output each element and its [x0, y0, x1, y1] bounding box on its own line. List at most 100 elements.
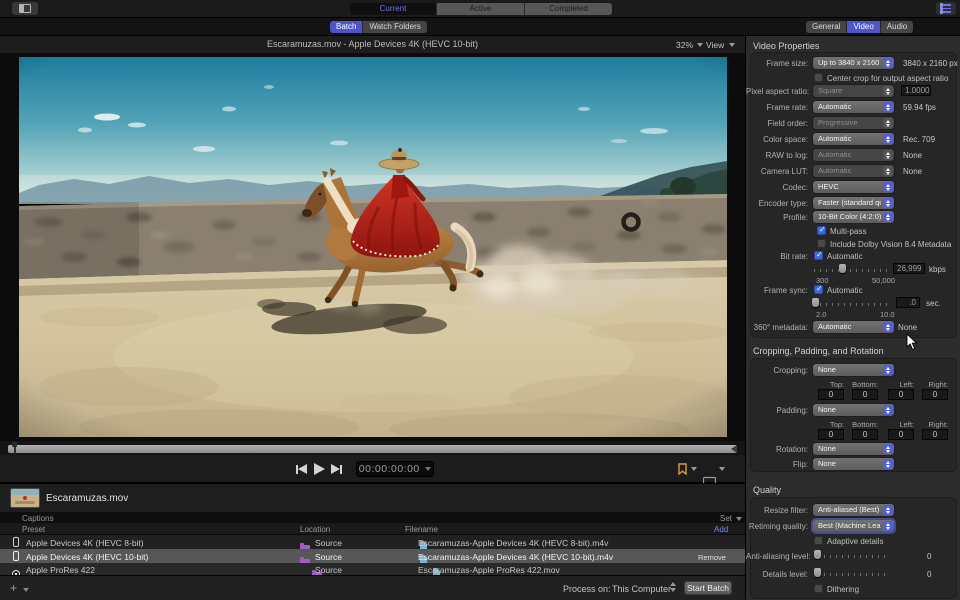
tab-batch[interactable]: Batch: [330, 21, 363, 33]
pixel-aspect-label: Pixel aspect ratio:: [746, 87, 808, 96]
pad-right-field[interactable]: 0: [922, 429, 948, 440]
inspector-toggle-button[interactable]: [936, 2, 956, 15]
encoder-type-popup[interactable]: Faster (standard qua...: [813, 197, 894, 209]
chevron-down-icon[interactable]: [691, 467, 697, 471]
details-level-slider[interactable]: [818, 573, 890, 576]
chevron-down-icon[interactable]: [23, 588, 29, 592]
center-crop-label: Center crop for output aspect ratio: [827, 74, 948, 83]
retiming-quality-popup[interactable]: Best (Machine Learni...: [813, 520, 894, 532]
preview-canvas: [0, 53, 745, 441]
crop-left-field[interactable]: 0: [888, 389, 914, 400]
preset-row[interactable]: Apple Devices 4K (HEVC 8-bit) Source Esc…: [0, 535, 745, 549]
tab-video[interactable]: Video: [847, 21, 880, 33]
playhead-line[interactable]: [14, 443, 16, 454]
crop-bottom-label: Bottom:: [838, 380, 878, 389]
bit-rate-slider-thumb[interactable]: [839, 264, 846, 273]
popup-arrows-icon: [883, 198, 893, 208]
resize-filter-popup[interactable]: Anti-aliased (Best): [813, 504, 894, 516]
center-crop-checkbox[interactable]: [814, 73, 823, 82]
prev-frame-button[interactable]: [296, 464, 307, 474]
frame-sync-slider[interactable]: [814, 303, 890, 306]
dolby-vision-checkbox[interactable]: [817, 239, 826, 248]
tab-general[interactable]: General: [806, 21, 847, 33]
frame-sync-label: Frame sync:: [746, 286, 808, 295]
section-title-video-properties: Video Properties: [753, 41, 819, 51]
play-button[interactable]: [314, 463, 325, 475]
details-level-slider-thumb[interactable]: [814, 568, 821, 577]
frame-sync-auto-checkbox[interactable]: [814, 285, 823, 294]
details-level-label: Details level:: [746, 570, 808, 579]
frame-size-popup[interactable]: Up to 3840 x 2160: [813, 57, 894, 69]
job-name[interactable]: Escaramuzas.mov: [46, 493, 128, 504]
timecode-display[interactable]: 00:00:00:00: [356, 461, 434, 477]
chevron-down-icon[interactable]: [719, 467, 725, 471]
bookmark-button[interactable]: [678, 462, 687, 474]
frame-sync-auto-label: Automatic: [827, 286, 863, 295]
remove-button[interactable]: Remove: [698, 553, 726, 562]
top-toolbar: Current Active Completed: [0, 0, 960, 18]
bit-rate-slider[interactable]: [814, 269, 890, 272]
popup-arrows-icon: [883, 102, 893, 112]
frame-sync-slider-thumb[interactable]: [812, 298, 819, 307]
adaptive-details-checkbox[interactable]: [814, 536, 823, 545]
pixel-aspect-value: Square: [818, 85, 881, 97]
captions-set-menu[interactable]: Set: [720, 514, 732, 523]
multi-pass-checkbox[interactable]: [817, 226, 826, 235]
bit-rate-field[interactable]: 26,999: [893, 263, 925, 274]
pad-left-field[interactable]: 0: [888, 429, 914, 440]
frame-sync-field[interactable]: .0: [896, 297, 920, 308]
process-target-popup[interactable]: This Computer: [612, 584, 671, 594]
timeline-scrubber[interactable]: [8, 445, 737, 453]
captions-row[interactable]: Captions Set: [0, 512, 745, 523]
crop-bottom-field[interactable]: 0: [852, 389, 878, 400]
frame-rate-label: Frame rate:: [746, 103, 808, 112]
popup-arrows-icon: [883, 86, 893, 96]
crop-right-field[interactable]: 0: [922, 389, 948, 400]
preset-name: Apple Devices 4K (HEVC 10-bit): [26, 552, 148, 562]
sidebar-toggle-button[interactable]: [12, 2, 38, 15]
sub-toolbar: Batch Watch Folders General Video Audio: [0, 18, 960, 36]
add-preset-button[interactable]: Add: [714, 525, 728, 534]
cropping-popup[interactable]: None: [813, 364, 894, 376]
bookmark-icon: [678, 463, 687, 475]
stepper-icon[interactable]: [670, 582, 676, 592]
padding-popup[interactable]: None: [813, 404, 894, 416]
tab-current[interactable]: Current: [350, 3, 437, 15]
rotation-popup[interactable]: None: [813, 443, 894, 455]
job-thumbnail[interactable]: [10, 488, 40, 508]
filename-value: Escaramuzas-Apple Devices 4K (HEVC 10-bi…: [418, 552, 613, 562]
bit-rate-auto-checkbox[interactable]: [814, 251, 823, 260]
padding-value: None: [818, 404, 881, 416]
timeline-end-marker: [731, 445, 737, 453]
pad-top-field[interactable]: 0: [818, 429, 844, 440]
tab-active[interactable]: Active: [437, 3, 525, 15]
zoom-level-menu[interactable]: 32%: [676, 40, 703, 50]
padding-label: Padding:: [746, 406, 808, 415]
pad-bottom-field[interactable]: 0: [852, 429, 878, 440]
popup-arrows-icon: [883, 405, 893, 415]
dithering-checkbox[interactable]: [814, 584, 823, 593]
color-space-popup[interactable]: Automatic: [813, 133, 894, 145]
preset-row-selected[interactable]: Apple Devices 4K (HEVC 10-bit) Source Es…: [0, 549, 745, 563]
details-level-value: 0: [927, 570, 931, 579]
next-frame-button[interactable]: [331, 464, 342, 474]
start-batch-button[interactable]: Start Batch: [684, 581, 732, 595]
rotation-value: None: [818, 443, 881, 455]
frame-rate-popup[interactable]: Automatic: [813, 101, 894, 113]
add-job-button[interactable]: +: [10, 581, 17, 595]
crop-top-field[interactable]: 0: [818, 389, 844, 400]
status-segmented-control: Current Active Completed: [350, 3, 612, 15]
view-menu[interactable]: View: [706, 40, 735, 50]
popup-arrows-icon: [883, 322, 893, 332]
anti-aliasing-slider[interactable]: [818, 555, 890, 558]
tab-watch-folders[interactable]: Watch Folders: [363, 21, 426, 33]
metadata-360-popup[interactable]: Automatic: [813, 321, 894, 333]
anti-aliasing-slider-thumb[interactable]: [814, 550, 821, 559]
frame-rate-value: Automatic: [818, 101, 881, 113]
tab-completed[interactable]: Completed: [525, 3, 612, 15]
flip-popup[interactable]: None: [813, 458, 894, 470]
codec-popup[interactable]: HEVC: [813, 181, 894, 193]
tab-audio[interactable]: Audio: [881, 21, 913, 33]
profile-popup[interactable]: 10-Bit Color (4:2:0): [813, 211, 894, 223]
popup-arrows-icon: [883, 166, 893, 176]
